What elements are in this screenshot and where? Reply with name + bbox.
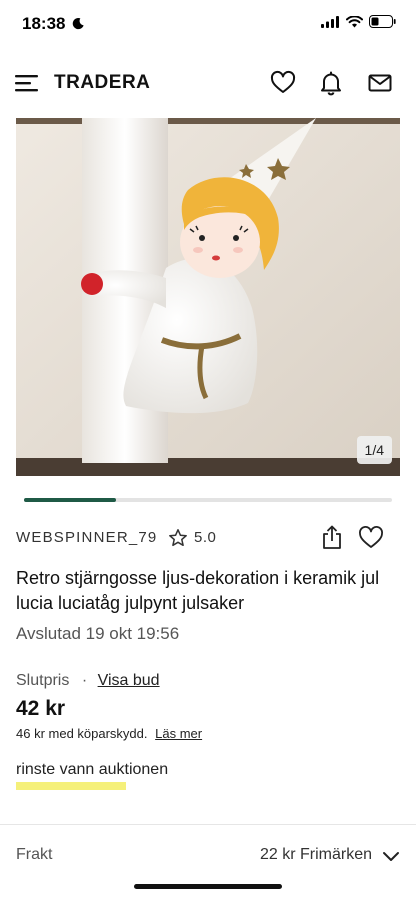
add-to-favorites-button[interactable]: [358, 526, 384, 550]
menu-icon: [15, 75, 38, 92]
show-bids-link[interactable]: Visa bud: [98, 672, 160, 689]
buyer-protection-price: 46 kr med köparskydd.: [16, 726, 148, 741]
status-indicators: [321, 15, 396, 28]
price-label-row: Slutpris · Visa bud: [16, 672, 160, 690]
notifications-button[interactable]: [318, 70, 344, 96]
image-counter: 1/4: [356, 436, 392, 464]
final-price: 42 kr: [16, 697, 66, 720]
star-icon: [169, 529, 187, 547]
status-time: 18:38: [22, 14, 85, 34]
shipping-label: Frakt: [16, 846, 53, 863]
chevron-down-icon: [383, 852, 399, 861]
gallery-progress-bar: [24, 498, 392, 502]
final-price-label: Slutpris: [16, 672, 70, 689]
seller-name[interactable]: WEBSPINNER_79: [16, 529, 157, 546]
wifi-icon: [346, 15, 363, 27]
divider: [0, 824, 416, 825]
app-header: TRADERA: [0, 58, 416, 110]
shipping-value[interactable]: 22 kr Frimärken: [260, 846, 372, 864]
share-button[interactable]: [320, 525, 344, 551]
auction-ended-time: Avslutad 19 okt 19:56: [16, 624, 180, 643]
separator-dot: ·: [81, 672, 88, 689]
shipping-expand-button[interactable]: [382, 848, 400, 864]
seller-rating: 5.0: [194, 529, 217, 546]
item-title: Retro stjärngosse ljus-dekoration i kera…: [16, 568, 380, 613]
favorites-button[interactable]: [270, 70, 296, 96]
heart-icon: [359, 526, 383, 548]
text-highlight: [16, 782, 126, 790]
gallery-progress-fill: [24, 498, 116, 502]
bell-icon: [321, 71, 341, 96]
product-photo: [16, 118, 400, 476]
heart-icon: [270, 70, 296, 93]
moon-icon: [72, 18, 84, 30]
signal-icon: [321, 15, 339, 28]
rating-star: [168, 528, 188, 548]
battery-icon: [369, 15, 396, 28]
home-indicator[interactable]: [134, 884, 282, 889]
buyer-protection-text: 46 kr med köparskydd. Läs mer: [16, 726, 202, 741]
menu-button[interactable]: [14, 70, 40, 96]
messages-button[interactable]: [367, 70, 393, 96]
share-icon: [323, 525, 341, 549]
seller-row: WEBSPINNER_79 5.0: [16, 524, 400, 552]
winner-note: rinste vann auktionen: [16, 761, 169, 778]
status-time-text: 18:38: [22, 14, 66, 33]
learn-more-link[interactable]: Läs mer: [155, 726, 202, 741]
status-bar: 18:38: [0, 0, 416, 48]
tradera-logo[interactable]: TRADERA: [54, 72, 150, 94]
mail-icon: [368, 74, 392, 92]
product-image-gallery[interactable]: 1/4: [16, 118, 400, 476]
